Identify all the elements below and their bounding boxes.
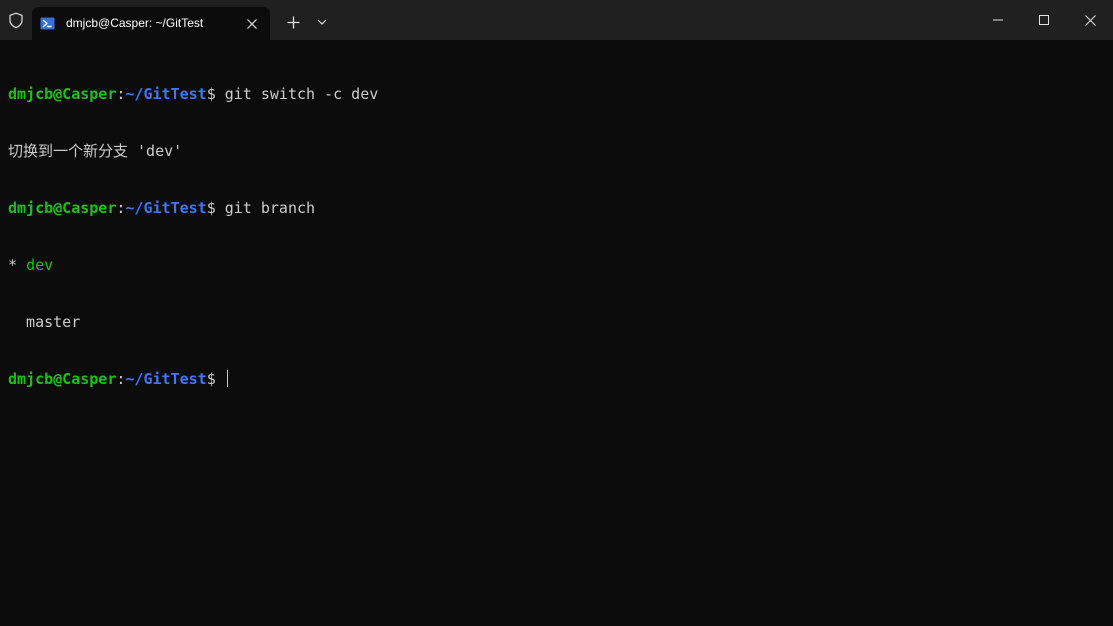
title-bar: dmjcb@Casper: ~/GitTest bbox=[0, 0, 1113, 40]
chevron-down-icon bbox=[317, 19, 327, 25]
current-branch-marker: * bbox=[8, 256, 27, 274]
tab-dropdown-button[interactable] bbox=[309, 9, 335, 35]
tab-title: dmjcb@Casper: ~/GitTest bbox=[66, 16, 204, 30]
shield-icon[interactable] bbox=[0, 0, 32, 40]
maximize-icon bbox=[1039, 15, 1049, 25]
branch-name: master bbox=[8, 313, 81, 331]
terminal-line-prompt: dmjcb@Casper:~/GitTest$ bbox=[8, 370, 1105, 389]
prompt-dollar: $ bbox=[206, 370, 225, 388]
prompt-user: dmjcb@Casper bbox=[8, 370, 117, 388]
powershell-icon bbox=[40, 16, 55, 31]
new-tab-button[interactable] bbox=[280, 9, 306, 35]
plus-icon bbox=[287, 16, 299, 28]
command-text: git switch -c dev bbox=[224, 85, 379, 103]
prompt-user: dmjcb@Casper bbox=[8, 199, 117, 217]
prompt-dollar: $ bbox=[206, 85, 225, 103]
terminal-line-branch: master bbox=[8, 313, 1105, 332]
minimize-button[interactable] bbox=[975, 0, 1021, 40]
terminal-output[interactable]: dmjcb@Casper:~/GitTest$ git switch -c de… bbox=[8, 47, 1105, 626]
command-text: git branch bbox=[224, 199, 316, 217]
close-button[interactable] bbox=[1067, 0, 1113, 40]
close-icon bbox=[1084, 14, 1096, 26]
prompt-path: ~/GitTest bbox=[125, 85, 207, 103]
prompt-path: ~/GitTest bbox=[125, 370, 207, 388]
prompt-path: ~/GitTest bbox=[125, 199, 207, 217]
output-text: 切换到一个新分支 'dev' bbox=[8, 142, 183, 160]
tab-terminal[interactable]: dmjcb@Casper: ~/GitTest bbox=[32, 7, 270, 40]
close-icon[interactable] bbox=[244, 16, 260, 32]
text-cursor bbox=[226, 370, 228, 387]
terminal-line-prompt: dmjcb@Casper:~/GitTest$ git branch bbox=[8, 199, 1105, 218]
terminal-line-output: 切换到一个新分支 'dev' bbox=[8, 142, 1105, 161]
terminal-line-prompt: dmjcb@Casper:~/GitTest$ git switch -c de… bbox=[8, 85, 1105, 104]
terminal-line-branch-current: * dev bbox=[8, 256, 1105, 275]
prompt-dollar: $ bbox=[206, 199, 225, 217]
terminal-window: dmjcb@Casper: ~/GitTest dmjcb@Casper:~/G… bbox=[0, 0, 1113, 626]
current-branch-name: dev bbox=[26, 256, 54, 274]
minimize-icon bbox=[993, 19, 1003, 21]
prompt-user: dmjcb@Casper bbox=[8, 85, 117, 103]
maximize-button[interactable] bbox=[1021, 0, 1067, 40]
